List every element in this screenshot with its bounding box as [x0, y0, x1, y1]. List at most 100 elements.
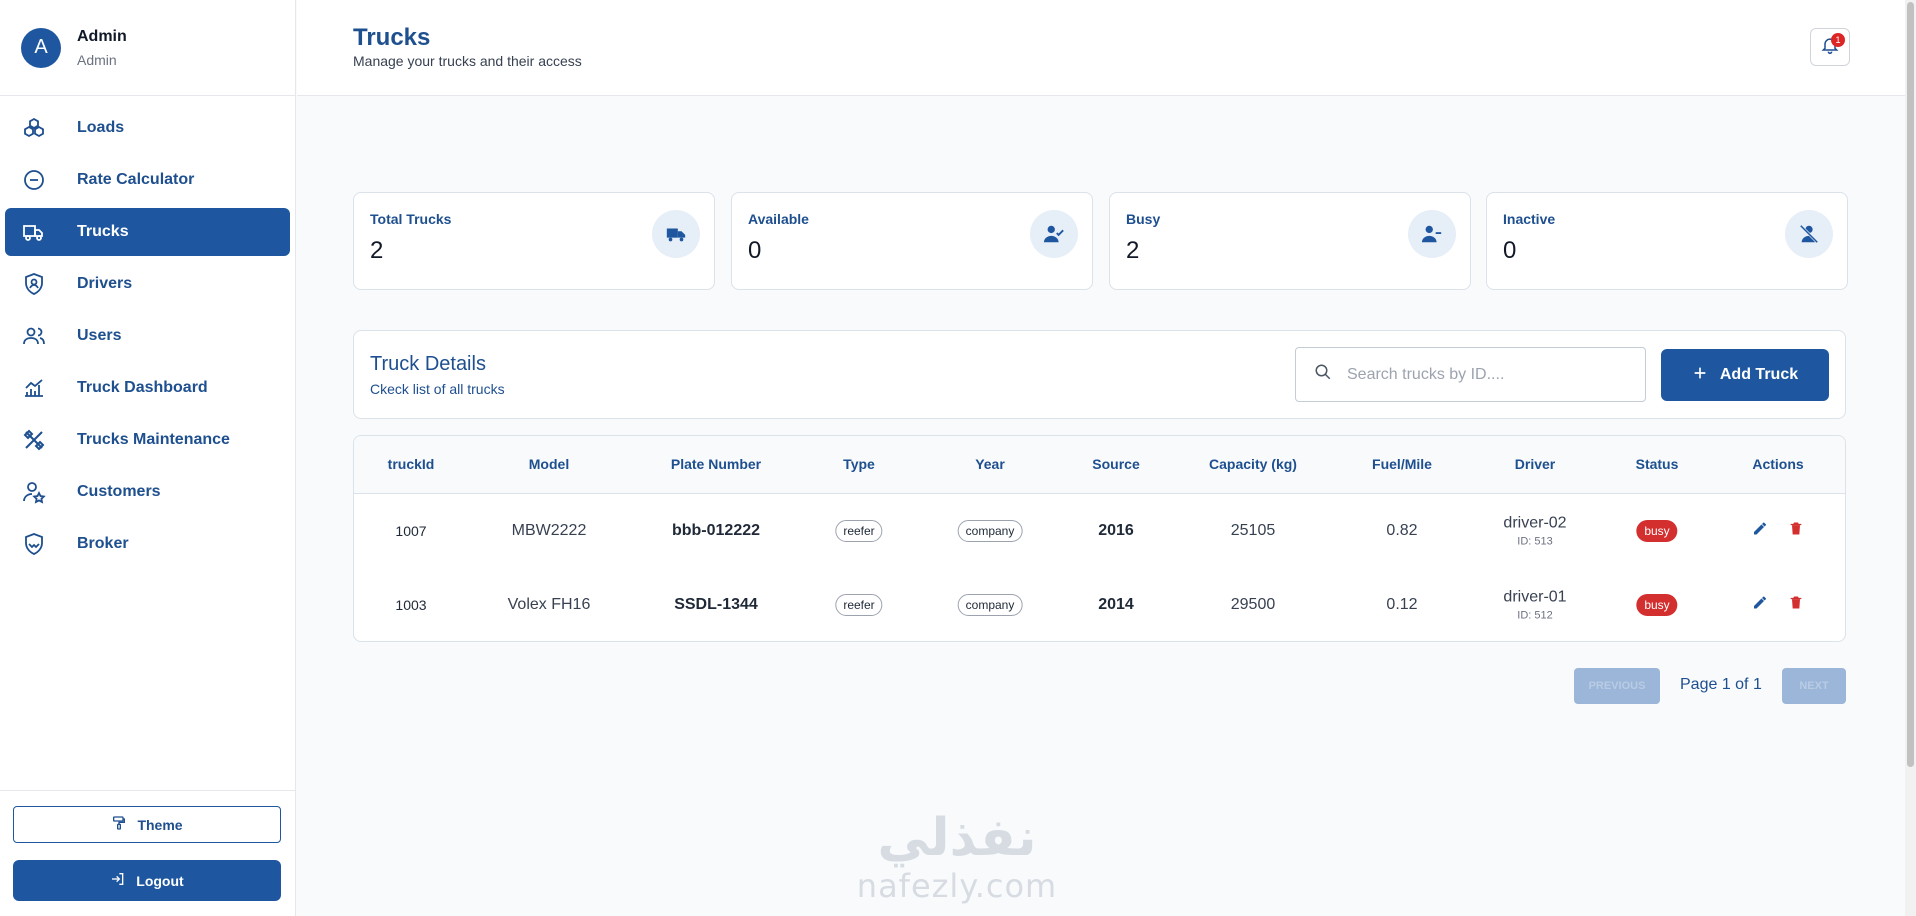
notification-badge: 1	[1831, 33, 1845, 47]
cubes-icon	[21, 115, 47, 141]
status-badge: busy	[1636, 520, 1678, 542]
notifications-button[interactable]: 1	[1810, 28, 1850, 66]
page-subtitle: Manage your trucks and their access	[353, 53, 582, 69]
sidebar-item-loads[interactable]: Loads	[5, 104, 290, 152]
stat-value: 0	[748, 237, 762, 264]
sidebar-item-rate-calculator[interactable]: Rate Calculator	[5, 156, 290, 204]
sidebar-item-customers[interactable]: Customers	[5, 468, 290, 516]
scrollbar-thumb[interactable]	[1907, 2, 1914, 767]
user-profile: A Admin Admin	[0, 0, 295, 96]
sidebar-item-trucks-maintenance[interactable]: Trucks Maintenance	[5, 416, 290, 464]
year-chip: company	[957, 594, 1023, 616]
truck-icon	[652, 210, 700, 258]
cell-capacity: 29500	[1230, 596, 1276, 613]
avatar[interactable]: A	[21, 27, 61, 68]
stat-card-total-trucks: Total Trucks 2	[353, 192, 715, 290]
sidebar-item-trucks[interactable]: Trucks	[5, 208, 290, 256]
user-role: Admin	[77, 51, 117, 68]
sidebar-item-label: Loads	[77, 119, 125, 136]
column-header[interactable]: Type	[843, 456, 875, 472]
sidebar-item-users[interactable]: Users	[5, 312, 290, 360]
cell-actions	[1752, 595, 1804, 616]
sidebar-item-drivers[interactable]: Drivers	[5, 260, 290, 308]
sidebar-item-label: Trucks Maintenance	[77, 431, 230, 448]
cell-truck-id: 1003	[395, 597, 427, 613]
cell-type: reefer	[835, 520, 883, 542]
minus-circle-icon	[21, 167, 47, 193]
section-subtitle: Ckeck list of all trucks	[370, 381, 505, 397]
shield-user-icon	[21, 271, 47, 297]
driver-id: ID: 513	[1517, 535, 1553, 548]
cell-truck-id: 1007	[395, 523, 427, 539]
stat-label: Inactive	[1503, 211, 1556, 227]
truck-icon	[21, 219, 47, 245]
previous-page-button[interactable]: PREVIOUS	[1574, 668, 1660, 704]
sidebar-footer: Theme Logout	[0, 790, 296, 916]
add-truck-button[interactable]: Add Truck	[1661, 349, 1829, 401]
edit-icon[interactable]	[1752, 521, 1768, 542]
stat-card-available: Available 0	[731, 192, 1093, 290]
type-chip: reefer	[835, 594, 883, 616]
column-header[interactable]: Source	[1092, 456, 1139, 472]
driver-name: driver-01	[1503, 588, 1567, 606]
column-header[interactable]: Plate Number	[671, 456, 761, 472]
logout-button-label: Logout	[136, 872, 184, 889]
logout-icon	[110, 871, 126, 890]
user-check-icon	[1030, 210, 1078, 258]
cell-status: busy	[1636, 520, 1678, 542]
users-icon	[21, 323, 47, 349]
search-icon	[1314, 363, 1332, 386]
sidebar-item-label: Truck Dashboard	[77, 379, 208, 396]
page-scrollbar[interactable]	[1905, 0, 1916, 916]
next-page-button[interactable]: NEXT	[1782, 668, 1846, 704]
column-header[interactable]: Actions	[1752, 456, 1803, 472]
theme-button[interactable]: Theme	[13, 806, 281, 843]
cell-source: 2014	[1098, 596, 1134, 613]
sidebar-item-broker[interactable]: Broker	[5, 520, 290, 568]
column-header[interactable]: Fuel/Mile	[1372, 456, 1432, 472]
table-row[interactable]: 1003 Volex FH16 SSDL-1344 reefer company…	[354, 568, 1845, 641]
page-indicator: Page 1 of 1	[1680, 676, 1762, 693]
watermark-logo: نفذلي nafezly.com	[850, 808, 1064, 916]
sidebar-item-label: Broker	[77, 535, 129, 552]
stat-value: 2	[1126, 237, 1140, 264]
user-minus-icon	[1408, 210, 1456, 258]
column-header[interactable]: Capacity (kg)	[1209, 456, 1297, 472]
column-header[interactable]: truckId	[388, 456, 435, 472]
sidebar-item-label: Customers	[77, 483, 161, 500]
sidebar-item-truck-dashboard[interactable]: Truck Dashboard	[5, 364, 290, 412]
delete-icon[interactable]	[1788, 595, 1804, 616]
sidebar: A Admin Admin Loads Rate Calculator Truc…	[0, 0, 296, 916]
table-row[interactable]: 1007 MBW2222 bbb-012222 reefer company 2…	[354, 494, 1845, 568]
stat-label: Busy	[1126, 211, 1161, 227]
cell-year: company	[957, 594, 1023, 616]
driver-name: driver-02	[1503, 514, 1567, 532]
watermark-arabic: نفذلي	[877, 808, 1037, 868]
column-header[interactable]: Status	[1636, 456, 1679, 472]
logout-button[interactable]: Logout	[13, 860, 281, 901]
truck-details-header: Truck Details Ckeck list of all trucks S…	[353, 330, 1846, 419]
edit-icon[interactable]	[1752, 595, 1768, 616]
table-header: truckId Model Plate Number Type Year Sou…	[354, 436, 1845, 494]
cell-plate: SSDL-1344	[674, 596, 758, 613]
section-title: Truck Details	[370, 353, 486, 375]
cell-model: MBW2222	[511, 522, 587, 539]
column-header[interactable]: Year	[975, 456, 1005, 472]
cell-plate: bbb-012222	[671, 522, 761, 539]
cell-capacity: 25105	[1230, 522, 1276, 539]
column-header[interactable]: Driver	[1515, 456, 1555, 472]
cell-status: busy	[1636, 594, 1678, 616]
trucks-table: truckId Model Plate Number Type Year Sou…	[353, 435, 1846, 642]
add-truck-label: Add Truck	[1719, 366, 1799, 383]
year-chip: company	[957, 520, 1023, 542]
cell-driver: driver-01 ID: 512	[1503, 589, 1566, 622]
delete-icon[interactable]	[1788, 521, 1804, 542]
cell-type: reefer	[835, 594, 883, 616]
search-input[interactable]: Search trucks by ID....	[1295, 347, 1646, 402]
cell-fuel: 0.12	[1386, 596, 1418, 613]
sidebar-item-label: Rate Calculator	[77, 171, 195, 188]
column-header[interactable]: Model	[529, 456, 569, 472]
page-title: Trucks	[353, 24, 431, 51]
cell-model: Volex FH16	[507, 596, 591, 613]
stat-value: 0	[1503, 237, 1517, 264]
